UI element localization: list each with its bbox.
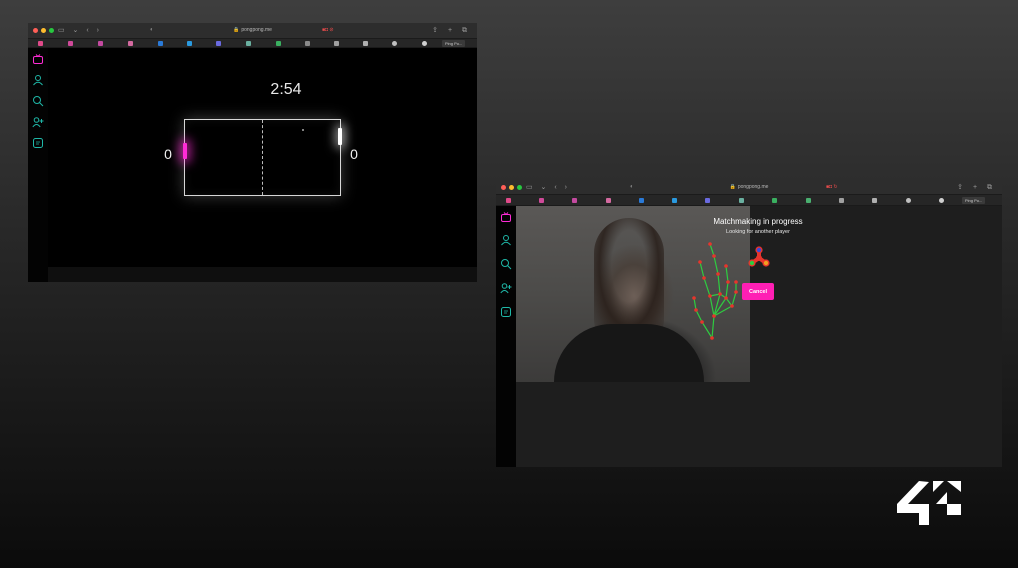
favorite-item[interactable] [334,41,339,46]
favorite-item[interactable] [38,41,43,46]
address-bar[interactable]: 🔒 pongpong.me [730,184,769,190]
search-icon[interactable] [500,258,512,270]
url-text: pongpong.me [241,27,272,33]
webcam-person [594,218,664,338]
window-actions[interactable]: ⇪ + ⧉ [432,26,471,35]
favorite-item[interactable] [187,41,192,46]
app-sidebar [496,206,516,467]
address-bar[interactable]: 🔒 pongpong.me [233,27,272,33]
favorite-item[interactable] [305,41,310,46]
favorite-item[interactable] [506,198,511,203]
maximize-window-button[interactable] [517,185,522,190]
favorite-item[interactable] [639,198,644,203]
sidebar-toggle-icon[interactable]: ▭ ⌄ ‹ › [58,26,102,34]
favorite-item[interactable] [705,198,710,203]
favorite-item[interactable] [246,41,251,46]
matchmaking-area: Matchmaking in progress Looking for anot… [516,206,1002,467]
hand-tracking-overlay [692,242,738,340]
privacy-shield-icon[interactable]: ◐ [630,184,634,190]
court-center-line [262,120,263,195]
sidebar-toggle-icon[interactable]: ▭ ⌄ ‹ › [526,183,570,191]
tv-icon[interactable] [32,53,44,65]
maximize-window-button[interactable] [49,28,54,33]
game-footer [48,267,477,282]
favorites-bar: Ping Po... [28,39,477,48]
favorite-item[interactable] [276,41,281,46]
favorite-item[interactable] [68,41,73,46]
active-tab[interactable]: Ping Po... [442,40,466,47]
lock-icon: 🔒 [233,27,240,33]
title-bar: ▭ ⌄ ‹ › ◐ 🔒 pongpong.me ■◘ ↻ ⇪ + ⧉ [496,180,1002,195]
favorite-item[interactable] [939,198,944,203]
favorite-item[interactable] [98,41,103,46]
favorite-item[interactable] [739,198,744,203]
favorite-item[interactable] [572,198,577,203]
url-text: pongpong.me [737,184,769,190]
favorite-item[interactable] [422,41,427,46]
favorite-item[interactable] [806,198,811,203]
match-timer: 2:54 [270,81,302,98]
title-bar: ▭ ⌄ ‹ › ◐ 🔒 pongpong.me ■◘ ⊘ ⇪ + ⧉ [28,23,477,39]
right-score: 0 [350,146,358,162]
pong-court [184,119,341,196]
left-score: 0 [164,146,172,162]
chat-icon[interactable] [32,137,44,149]
lock-icon: 🔒 [729,184,736,190]
search-icon[interactable] [32,95,44,107]
favorite-item[interactable] [872,198,877,203]
favorite-item[interactable] [216,41,221,46]
chat-icon[interactable] [500,306,512,318]
app-sidebar [28,48,48,282]
matchmaking-title: Matchmaking in progress [713,217,803,226]
right-paddle [338,128,342,145]
school-42-logo [897,481,961,525]
favorite-item[interactable] [158,41,163,46]
minimize-window-button[interactable] [509,185,514,190]
camera-indicator-icon: ■◘ ⊘ [322,27,334,33]
webcam-person-body [554,324,704,382]
game-browser-window: ▭ ⌄ ‹ › ◐ 🔒 pongpong.me ■◘ ⊘ ⇪ + ⧉ Ping P… [28,23,477,282]
favorite-item[interactable] [672,198,677,203]
favorite-item[interactable] [772,198,777,203]
matchmaking-browser-window: ▭ ⌄ ‹ › ◐ 🔒 pongpong.me ■◘ ↻ ⇪ + ⧉ Ping P… [496,180,1002,467]
favorite-item[interactable] [363,41,368,46]
active-tab[interactable]: Ping Po... [962,197,986,204]
favorite-item[interactable] [839,198,844,203]
favorite-item[interactable] [392,41,397,46]
pong-ball [302,129,304,131]
game-area: 2:54 0 0 [48,48,477,267]
cancel-matchmaking-button[interactable]: Cancel [742,283,774,300]
minimize-window-button[interactable] [41,28,46,33]
close-window-button[interactable] [33,28,38,33]
add-user-icon[interactable] [500,282,512,294]
favorite-item[interactable] [906,198,911,203]
close-window-button[interactable] [501,185,506,190]
privacy-shield-icon[interactable]: ◐ [150,27,154,33]
camera-indicator-icon: ■◘ ↻ [826,184,838,190]
favorites-bar: Ping Po... [496,195,1002,206]
favorite-item[interactable] [539,198,544,203]
left-paddle [183,143,187,159]
favorite-item[interactable] [606,198,611,203]
add-user-icon[interactable] [32,116,44,128]
user-icon[interactable] [500,234,512,246]
tv-icon[interactable] [500,211,512,223]
favorite-item[interactable] [128,41,133,46]
fidget-spinner-icon [748,246,770,267]
window-actions[interactable]: ⇪ + ⧉ [957,183,996,192]
matchmaking-subtitle: Looking for another player [726,229,790,235]
user-icon[interactable] [32,74,44,86]
